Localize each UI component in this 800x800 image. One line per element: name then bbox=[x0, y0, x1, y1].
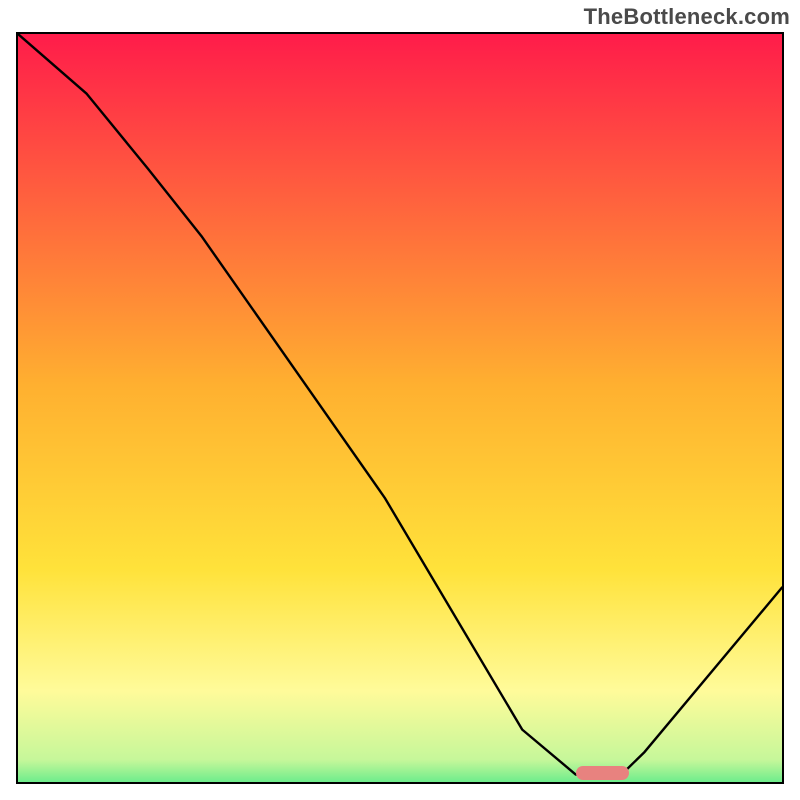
plot-area bbox=[16, 32, 784, 784]
optimal-marker bbox=[576, 766, 629, 780]
watermark-text: TheBottleneck.com bbox=[584, 4, 790, 30]
chart-container: TheBottleneck.com bbox=[0, 0, 800, 800]
bottleneck-curve bbox=[18, 34, 782, 782]
